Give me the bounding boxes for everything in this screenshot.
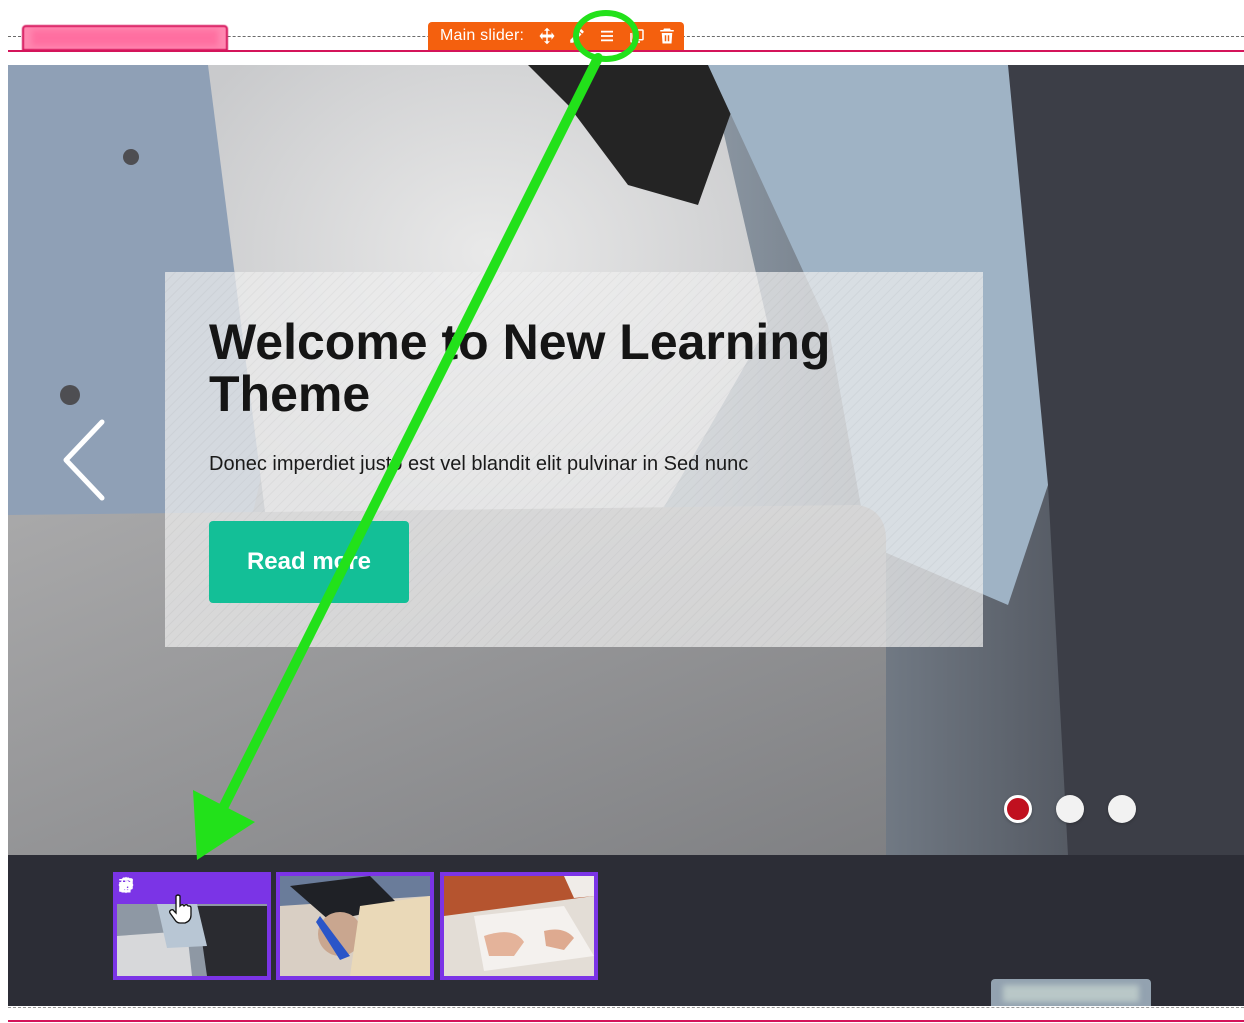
thumbnail-strip <box>8 855 1244 1006</box>
hand-cursor-icon <box>169 894 192 924</box>
slider-dot-1[interactable] <box>1004 795 1032 823</box>
slide-title: Welcome to New Learning Theme <box>209 314 831 422</box>
move-icon[interactable] <box>538 27 556 45</box>
thumbnail-3[interactable] <box>440 872 598 980</box>
main-slider-toolbar: Main slider: <box>428 22 684 50</box>
thumbnail-2-image <box>280 876 430 976</box>
main-slider-label: Main slider: <box>440 27 525 44</box>
slide-caption-box: Welcome to New Learning Theme Donec impe… <box>165 272 983 647</box>
menu-icon[interactable] <box>598 27 616 45</box>
read-more-button[interactable]: Read more <box>209 521 409 603</box>
page-editor-canvas: Main slider: Welcome to New Learning The… <box>0 0 1244 1023</box>
blurred-add-slide-tab[interactable] <box>991 979 1151 1006</box>
slider-dot-3[interactable] <box>1108 795 1136 823</box>
main-slider: Welcome to New Learning Theme Donec impe… <box>8 65 1244 855</box>
slider-pagination <box>1004 795 1136 823</box>
duplicate-icon[interactable] <box>628 27 646 45</box>
thumbnail-2[interactable] <box>276 872 434 980</box>
chevron-left-icon[interactable] <box>60 418 108 502</box>
slide-description: Donec imperdiet justo est vel blandit el… <box>209 453 749 475</box>
trash-icon[interactable] <box>658 27 676 45</box>
thumbnail-1[interactable] <box>113 872 271 980</box>
blurred-section-tab[interactable] <box>22 25 228 51</box>
slider-dot-2[interactable] <box>1056 795 1084 823</box>
edit-icon[interactable] <box>568 27 586 45</box>
thumbnail-3-image <box>444 876 594 976</box>
bottom-dashed-guide <box>8 1007 1244 1008</box>
bottom-section-border <box>8 1020 1244 1022</box>
top-section-border <box>8 50 1244 52</box>
